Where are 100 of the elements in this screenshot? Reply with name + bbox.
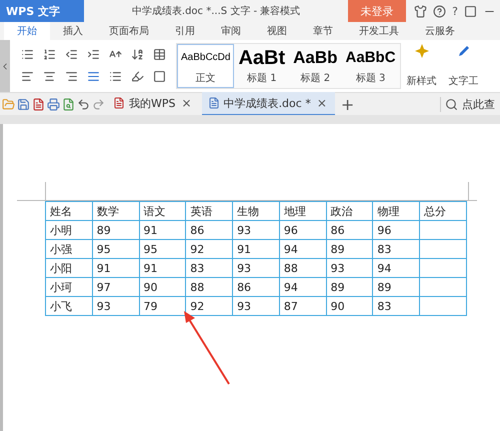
table-icon[interactable] [152,48,166,60]
save-icon[interactable] [17,98,30,110]
style-name: 标题 2 [300,72,330,85]
sort-icon[interactable] [130,48,144,60]
table-cell: 93 [232,220,280,240]
table-cell: 94 [372,258,420,278]
ribbon-tab[interactable]: 页面布局 [96,22,162,40]
table-cell: 89 [326,278,373,296]
table-cell: 89 [92,220,140,240]
bullet-list-icon[interactable] [20,48,34,60]
header-cell: 地理 [279,202,326,220]
document-tab[interactable]: 我的WPS × [107,92,200,116]
document-icon [113,97,125,109]
table-cell: 93 [92,296,140,316]
sparkle-icon [414,44,429,58]
skin-icon[interactable] [414,4,428,18]
style-preview: AaBbC [346,48,396,68]
table-cell: 97 [92,278,140,296]
preview-icon[interactable] [62,98,75,110]
help-button[interactable]: ? [452,4,458,18]
table-cell: 96 [372,220,420,240]
style-preset[interactable]: AaBbC 标题 3 [342,44,400,88]
table-cell [420,220,466,240]
tab-label: 我的WPS [129,96,176,110]
table-cell: 91 [139,258,186,278]
table-cell: 91 [232,240,280,258]
header-cell: 政治 [326,202,373,220]
table-cell: 94 [279,240,326,258]
ribbon-tab[interactable]: 审阅 [208,22,254,40]
style-name: 标题 1 [247,72,277,85]
undo-icon[interactable] [77,98,90,110]
table-cell: 93 [232,296,280,316]
table-cell: 86 [326,220,373,240]
close-tab-button[interactable]: × [314,96,329,110]
justify-icon[interactable] [86,70,100,82]
pdf-icon[interactable] [32,98,45,110]
search-field[interactable]: 点此查 [440,96,500,112]
text-tools-button[interactable]: 文字工 [442,40,485,92]
align-right-icon[interactable] [64,70,78,82]
style-preview: AaBbCcDd [181,51,230,65]
ribbon-tab[interactable]: 开始 [4,22,50,40]
table-cell: 93 [326,258,373,278]
tab-label: 中学成绩表.doc * [224,96,311,110]
table-cell: 91 [139,220,186,240]
table-cell: 小强 [46,240,92,258]
ribbon-tab[interactable]: 章节 [300,22,346,40]
ribbon-tab[interactable]: 引用 [162,22,208,40]
style-name: 标题 3 [356,72,386,85]
search-icon[interactable] [445,98,458,110]
document-tab[interactable]: 中学成绩表.doc * × [202,92,335,116]
table-cell: 91 [92,258,140,278]
help-icon[interactable] [433,4,446,18]
table-cell: 小飞 [46,296,92,316]
align-left-icon[interactable] [20,70,34,82]
table-cell: 小珂 [46,278,92,296]
new-style-button[interactable]: 新样式 [400,40,443,92]
header-cell: 姓名 [46,202,92,220]
border-icon[interactable] [152,70,166,82]
ribbon-tab[interactable]: 开发工具 [346,22,412,40]
shading-icon[interactable] [130,70,144,82]
outdent-icon[interactable] [64,48,78,60]
header-cell: 总分 [420,202,466,220]
table-cell: 88 [279,258,326,278]
indent-icon[interactable] [86,48,100,60]
app-menu-button[interactable]: WPS 文字 [0,0,84,22]
print-icon[interactable] [47,98,60,110]
style-preset[interactable]: AaBt 标题 1 [234,44,290,88]
new-tab-button[interactable]: + [336,94,358,114]
table-cell: 83 [186,258,233,278]
table-cell: 95 [139,240,186,258]
restore-icon[interactable] [464,4,477,18]
table-cell: 86 [186,220,233,240]
style-preset[interactable]: AaBb 标题 2 [289,44,342,88]
table-cell: 83 [372,296,420,316]
numbered-list-icon[interactable] [42,48,56,60]
table-cell: 87 [279,296,326,316]
header-cell: 生物 [232,202,280,220]
ribbon-tab[interactable]: 视图 [254,22,300,40]
pencil-icon [456,44,471,58]
table-cell: 83 [372,240,420,258]
table-cell: 94 [279,278,326,296]
table-cell: 89 [326,240,373,258]
align-center-icon[interactable] [42,70,56,82]
style-preview: AaBt [238,47,286,69]
table-cell [420,278,466,296]
table-cell: 88 [186,278,233,296]
ribbon-tab[interactable]: 插入 [50,22,96,40]
header-cell: 物理 [372,202,420,220]
style-preset[interactable]: AaBbCcDd 正文 [177,44,234,88]
header-cell: 英语 [186,202,233,220]
style-preview: AaBb [293,47,338,69]
header-cell: 数学 [92,202,140,220]
table-cell [420,296,466,316]
line-spacing-icon[interactable] [108,70,122,82]
table-cell: 92 [186,240,233,258]
window-title: 中学成绩表.doc *...S 文字 - 兼容模式 [130,4,302,18]
table-cell: 小明 [46,220,92,240]
close-tab-button[interactable]: × [180,96,194,110]
ribbon-tab[interactable]: 云服务 [412,22,468,40]
document-icon [208,97,220,109]
